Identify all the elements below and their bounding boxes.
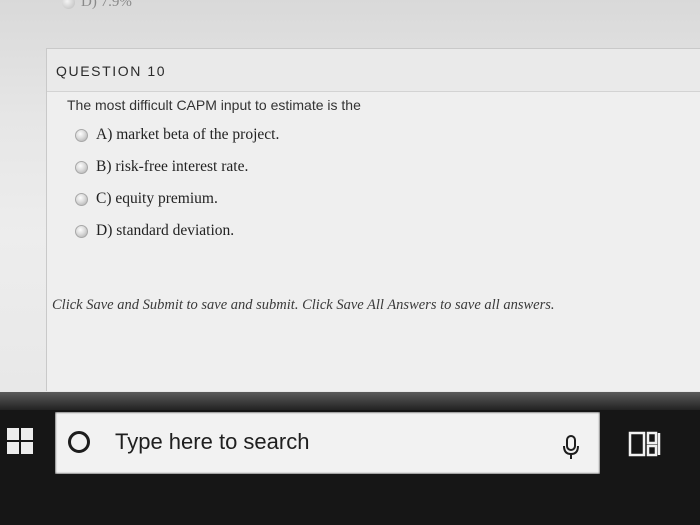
radio-button-a[interactable] bbox=[75, 128, 88, 142]
question-prompt: The most difficult CAPM input to estimat… bbox=[67, 97, 361, 113]
save-instructions: Click Save and Submit to save and submit… bbox=[52, 297, 555, 313]
answer-label-c: C) equity premium. bbox=[96, 190, 218, 207]
previous-question-option[interactable]: D) 7.9% bbox=[62, 0, 132, 11]
radio-button[interactable] bbox=[62, 0, 75, 10]
taskbar-edge bbox=[0, 392, 700, 410]
windows-start-icon bbox=[7, 428, 35, 456]
start-button[interactable] bbox=[0, 414, 42, 470]
microphone-icon[interactable] bbox=[561, 428, 581, 460]
question-header: QUESTION 10 bbox=[47, 49, 700, 92]
answer-option-c[interactable]: C) equity premium. bbox=[75, 189, 218, 209]
answer-option-a[interactable]: A) market beta of the project. bbox=[75, 125, 279, 145]
radio-button-b[interactable] bbox=[75, 160, 88, 174]
previous-option-label: D) 7.9% bbox=[81, 0, 132, 10]
search-placeholder: Type here to search bbox=[115, 429, 310, 454]
question-title: QUESTION 10 bbox=[56, 63, 167, 79]
answer-label-d: D) standard deviation. bbox=[96, 222, 235, 239]
answer-option-b[interactable]: B) risk-free interest rate. bbox=[75, 157, 248, 177]
taskbar-search-box[interactable]: Type here to search bbox=[55, 412, 600, 474]
question-container: QUESTION 10 The most difficult CAPM inpu… bbox=[46, 48, 700, 391]
radio-button-d[interactable] bbox=[75, 224, 88, 238]
answer-label-b: B) risk-free interest rate. bbox=[96, 158, 249, 175]
taskbar: Type here to search bbox=[0, 392, 700, 525]
cortana-circle-icon bbox=[68, 431, 90, 453]
radio-button-c[interactable] bbox=[75, 192, 88, 206]
answer-label-a: A) market beta of the project. bbox=[96, 126, 280, 143]
answer-option-d[interactable]: D) standard deviation. bbox=[75, 221, 234, 241]
browser-page: D) 7.9% QUESTION 10 The most difficult C… bbox=[0, 0, 700, 392]
task-view-icon[interactable] bbox=[628, 427, 662, 461]
